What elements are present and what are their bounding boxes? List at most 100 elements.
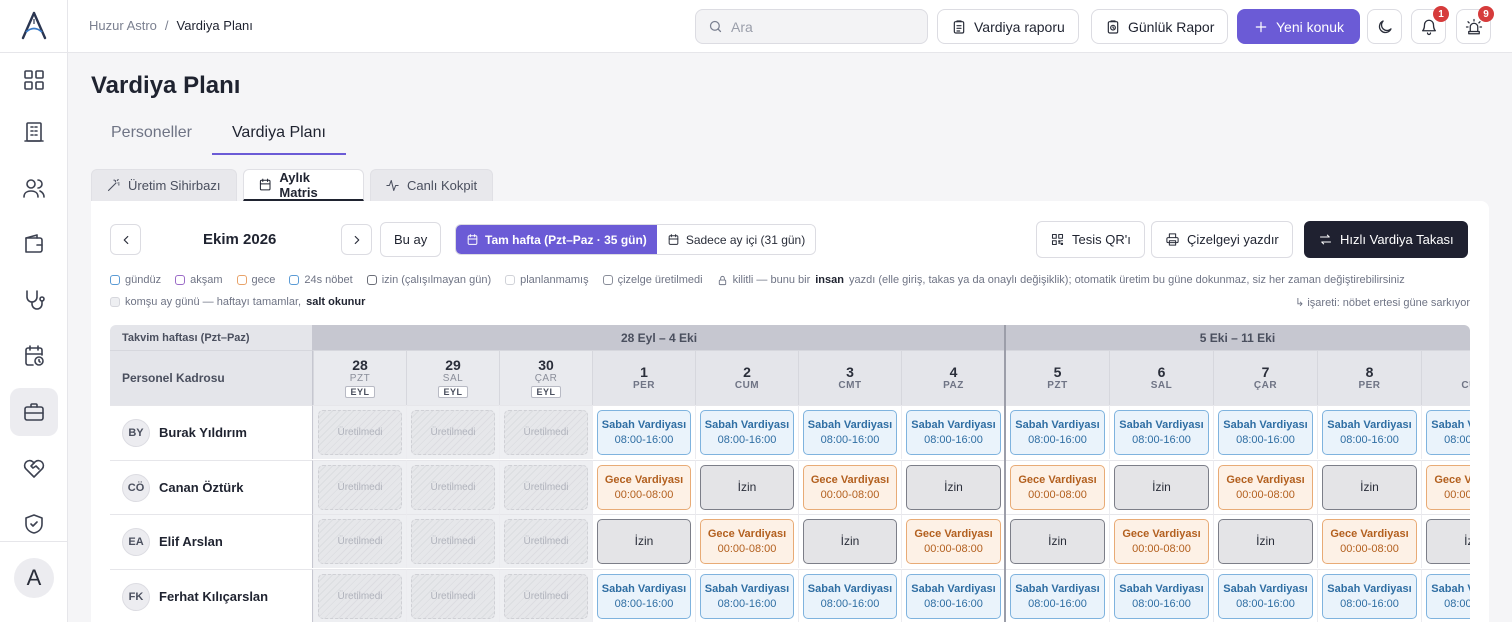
shift-chip-gece[interactable]: Gece Vardiyası 00:00-08:00 xyxy=(1426,465,1470,510)
tab-uretim-sihirbazi[interactable]: Üretim Sihirbazı xyxy=(91,169,237,201)
nav-schedule[interactable] xyxy=(10,332,58,380)
month-only-mode-button[interactable]: Sadece ay içi (31 gün) xyxy=(656,225,816,254)
shift-cell[interactable]: İzin xyxy=(1005,514,1109,568)
shift-chip-sabah[interactable]: Sabah Vardiyası 08:00-16:00 xyxy=(803,574,897,619)
shift-chip-sabah[interactable]: Sabah Vardiyası 08:00-16:00 xyxy=(1114,410,1209,455)
shift-cell[interactable]: Gece Vardiyası 00:00-08:00 xyxy=(592,460,695,514)
search-box[interactable] xyxy=(695,9,928,44)
shift-cell[interactable]: Sabah Vardiyası 08:00-16:00 xyxy=(901,405,1005,459)
shift-cell[interactable]: Gece Vardiyası 00:00-08:00 xyxy=(1213,460,1317,514)
this-month-button[interactable]: Bu ay xyxy=(380,222,442,257)
shift-cell[interactable]: Sabah Vardiyası 08:00-16:00 xyxy=(1005,569,1109,622)
shift-cell[interactable]: Sabah Vardiyası 08:00-16:00 xyxy=(1109,569,1213,622)
shift-cell[interactable]: Gece Vardiyası 00:00-08:00 xyxy=(1109,514,1213,568)
shift-cell[interactable]: Sabah Vardiyası 08:00-16:00 xyxy=(1317,569,1421,622)
staff-row-header[interactable]: EA Elif Arslan xyxy=(110,514,313,568)
shift-cell[interactable]: İzin xyxy=(695,460,798,514)
shift-cell[interactable]: Gece Vardiyası 00:00-08:00 xyxy=(901,514,1005,568)
staff-row-header[interactable]: BY Burak Yıldırım xyxy=(110,405,313,459)
shift-chip-sabah[interactable]: Sabah Vardiyası 08:00-16:00 xyxy=(1218,410,1313,455)
shift-cell[interactable]: Sabah Vardiyası 08:00-16:00 xyxy=(1421,405,1470,459)
print-schedule-button[interactable]: Çizelgeyi yazdır xyxy=(1151,221,1293,258)
tab-personeller[interactable]: Personeller xyxy=(91,110,212,155)
shift-cell[interactable]: İzin xyxy=(1421,514,1470,568)
shift-chip-izin[interactable]: İzin xyxy=(1322,465,1417,510)
shift-chip-gece[interactable]: Gece Vardiyası 00:00-08:00 xyxy=(1218,465,1313,510)
alerts-button[interactable]: 9 xyxy=(1456,6,1494,44)
shift-chip-sabah[interactable]: Sabah Vardiyası 08:00-16:00 xyxy=(1010,410,1105,455)
facility-qr-button[interactable]: Tesis QR'ı xyxy=(1036,221,1145,258)
shift-cell[interactable]: Sabah Vardiyası 08:00-16:00 xyxy=(592,405,695,459)
shift-cell[interactable]: Gece Vardiyası 00:00-08:00 xyxy=(695,514,798,568)
shift-chip-sabah[interactable]: Sabah Vardiyası 08:00-16:00 xyxy=(597,410,691,455)
shift-cell[interactable]: Sabah Vardiyası 08:00-16:00 xyxy=(1213,405,1317,459)
shift-cell[interactable]: Sabah Vardiyası 08:00-16:00 xyxy=(1317,405,1421,459)
theme-toggle-button[interactable] xyxy=(1367,9,1402,44)
shift-chip-sabah[interactable]: Sabah Vardiyası 08:00-16:00 xyxy=(906,574,1001,619)
tab-canli-kokpit[interactable]: Canlı Kokpit xyxy=(370,169,493,201)
shift-cell[interactable]: Sabah Vardiyası 08:00-16:00 xyxy=(1421,569,1470,622)
shift-chip-gece[interactable]: Gece Vardiyası 00:00-08:00 xyxy=(906,519,1001,564)
shift-cell[interactable]: Gece Vardiyası 00:00-08:00 xyxy=(1317,514,1421,568)
shift-cell[interactable]: Sabah Vardiyası 08:00-16:00 xyxy=(1005,405,1109,459)
shift-report-button[interactable]: Vardiya raporu xyxy=(937,9,1079,44)
new-guest-button[interactable]: Yeni konuk xyxy=(1237,9,1360,44)
shift-chip-gece[interactable]: Gece Vardiyası 00:00-08:00 xyxy=(803,465,897,510)
staff-row-header[interactable]: FK Ferhat Kılıçarslan xyxy=(110,569,313,622)
tab-vardiya-plani[interactable]: Vardiya Planı xyxy=(211,110,346,155)
quick-swap-button[interactable]: Hızlı Vardiya Takası xyxy=(1304,221,1468,258)
shift-cell[interactable]: Sabah Vardiyası 08:00-16:00 xyxy=(798,405,901,459)
shift-chip-sabah[interactable]: Sabah Vardiyası 08:00-16:00 xyxy=(803,410,897,455)
shift-cell[interactable]: Sabah Vardiyası 08:00-16:00 xyxy=(592,569,695,622)
nav-health[interactable] xyxy=(10,276,58,324)
shift-chip-izin[interactable]: İzin xyxy=(1426,519,1470,564)
search-input[interactable] xyxy=(731,18,911,35)
full-week-mode-button[interactable]: Tam hafta (Pzt–Paz · 35 gün) xyxy=(456,225,657,254)
shift-chip-sabah[interactable]: Sabah Vardiyası 08:00-16:00 xyxy=(1114,574,1209,619)
shift-chip-izin[interactable]: İzin xyxy=(700,465,794,510)
shift-chip-izin[interactable]: İzin xyxy=(1114,465,1209,510)
prev-month-button[interactable] xyxy=(110,224,141,255)
breadcrumb-root[interactable]: Huzur Astro xyxy=(89,18,157,33)
shift-chip-sabah[interactable]: Sabah Vardiyası 08:00-16:00 xyxy=(1218,574,1313,619)
shift-cell[interactable]: Sabah Vardiyası 08:00-16:00 xyxy=(695,569,798,622)
shift-cell[interactable]: Gece Vardiyası 00:00-08:00 xyxy=(798,460,901,514)
nav-dashboard[interactable] xyxy=(10,56,58,104)
shift-cell[interactable]: Sabah Vardiyası 08:00-16:00 xyxy=(695,405,798,459)
shift-chip-izin[interactable]: İzin xyxy=(1218,519,1313,564)
nav-finance[interactable] xyxy=(10,220,58,268)
tab-aylik-matris[interactable]: Aylık Matris xyxy=(243,169,364,201)
nav-facility[interactable] xyxy=(10,108,58,156)
app-logo[interactable] xyxy=(18,10,50,42)
shift-chip-izin[interactable]: İzin xyxy=(803,519,897,564)
shift-cell[interactable]: İzin xyxy=(1317,460,1421,514)
shift-chip-gece[interactable]: Gece Vardiyası 00:00-08:00 xyxy=(597,465,691,510)
staff-row-header[interactable]: CÖ Canan Öztürk xyxy=(110,460,313,514)
next-month-button[interactable] xyxy=(341,224,372,255)
shift-chip-sabah[interactable]: Sabah Vardiyası 08:00-16:00 xyxy=(597,574,691,619)
nav-residents[interactable] xyxy=(10,164,58,212)
shift-cell[interactable]: Sabah Vardiyası 08:00-16:00 xyxy=(1109,405,1213,459)
shift-chip-sabah[interactable]: Sabah Vardiyası 08:00-16:00 xyxy=(700,410,794,455)
shift-cell[interactable]: Gece Vardiyası 00:00-08:00 xyxy=(1005,460,1109,514)
user-avatar[interactable]: A xyxy=(14,558,54,598)
shift-cell[interactable]: İzin xyxy=(1213,514,1317,568)
shift-chip-sabah[interactable]: Sabah Vardiyası 08:00-16:00 xyxy=(1426,410,1470,455)
shift-cell[interactable]: İzin xyxy=(798,514,901,568)
shift-chip-sabah[interactable]: Sabah Vardiyası 08:00-16:00 xyxy=(1322,574,1417,619)
shift-cell[interactable]: Sabah Vardiyası 08:00-16:00 xyxy=(798,569,901,622)
shift-chip-sabah[interactable]: Sabah Vardiyası 08:00-16:00 xyxy=(1426,574,1470,619)
shift-chip-sabah[interactable]: Sabah Vardiyası 08:00-16:00 xyxy=(1010,574,1105,619)
nav-staff[interactable] xyxy=(10,388,58,436)
shift-chip-sabah[interactable]: Sabah Vardiyası 08:00-16:00 xyxy=(906,410,1001,455)
shift-cell[interactable]: İzin xyxy=(901,460,1005,514)
shift-chip-gece[interactable]: Gece Vardiyası 00:00-08:00 xyxy=(700,519,794,564)
shift-chip-sabah[interactable]: Sabah Vardiyası 08:00-16:00 xyxy=(700,574,794,619)
shift-chip-izin[interactable]: İzin xyxy=(597,519,691,564)
shift-chip-gece[interactable]: Gece Vardiyası 00:00-08:00 xyxy=(1322,519,1417,564)
shift-chip-sabah[interactable]: Sabah Vardiyası 08:00-16:00 xyxy=(1322,410,1417,455)
shift-chip-izin[interactable]: İzin xyxy=(1010,519,1105,564)
shift-chip-izin[interactable]: İzin xyxy=(906,465,1001,510)
notifications-button[interactable]: 1 xyxy=(1411,6,1449,44)
shift-cell[interactable]: Gece Vardiyası 00:00-08:00 xyxy=(1421,460,1470,514)
